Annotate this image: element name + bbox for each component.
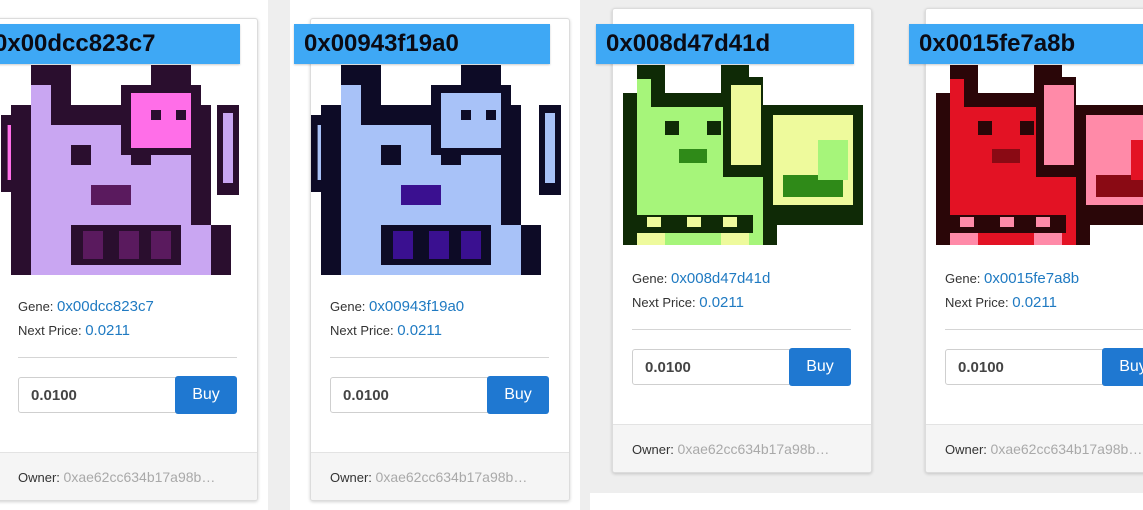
owner-label: Owner:: [330, 470, 372, 485]
gene-value: 0x0015fe7a8b: [984, 270, 1080, 287]
kitty-card: Gene: 0x00943f19a0 Next Price: 0.0211 Bu…: [310, 18, 570, 501]
buy-button[interactable]: Buy: [175, 376, 237, 414]
buy-button[interactable]: Buy: [1102, 348, 1143, 386]
price-input[interactable]: [632, 349, 790, 385]
gene-label: Gene:: [945, 271, 981, 286]
kitty-id-tag: 0x00dcc823c7: [0, 24, 240, 64]
kitty-info: Gene: 0x008d47d41d Next Price: 0.0211: [632, 267, 770, 315]
gene-value: 0x00943f19a0: [369, 298, 465, 315]
kitty-card: Gene: 0x00dcc823c7 Next Price: 0.0211 Bu…: [0, 18, 258, 501]
owner-address[interactable]: 0xae62cc634b17a98b…: [376, 469, 528, 485]
owner-label: Owner:: [945, 442, 987, 457]
owner-label: Owner:: [632, 442, 674, 457]
price-input[interactable]: [945, 349, 1103, 385]
kitty-image: [1, 65, 239, 275]
next-price-label: Next Price:: [330, 323, 394, 338]
next-price-value: 0.0211: [699, 294, 744, 311]
divider: [632, 329, 851, 330]
kitty-image: [936, 65, 1143, 245]
divider: [945, 329, 1143, 330]
next-price-value: 0.0211: [1012, 294, 1057, 311]
next-price-label: Next Price:: [632, 295, 696, 310]
buy-button[interactable]: Buy: [487, 376, 549, 414]
kitty-info: Gene: 0x0015fe7a8b Next Price: 0.0211: [945, 267, 1079, 315]
next-price-value: 0.0211: [85, 322, 130, 339]
owner-address[interactable]: 0xae62cc634b17a98b…: [678, 441, 830, 457]
owner-footer: Owner: 0xae62cc634b17a98b…: [0, 452, 257, 500]
next-price-label: Next Price:: [18, 323, 82, 338]
kitty-card: Gene: 0x0015fe7a8b Next Price: 0.0211 Bu…: [925, 8, 1143, 473]
gene-label: Gene:: [18, 299, 54, 314]
kitty-id-tag: 0x008d47d41d: [596, 24, 854, 64]
kitty-image: [623, 65, 863, 245]
kitty-id-tag: 0x0015fe7a8b: [909, 24, 1143, 64]
owner-footer: Owner: 0xae62cc634b17a98b…: [311, 452, 569, 500]
kitty-card: Gene: 0x008d47d41d Next Price: 0.0211 Bu…: [612, 8, 872, 473]
price-input[interactable]: [18, 377, 176, 413]
kitty-id-tag: 0x00943f19a0: [294, 24, 550, 64]
owner-footer: Owner: 0xae62cc634b17a98b…: [926, 424, 1143, 472]
next-price-label: Next Price:: [945, 295, 1009, 310]
owner-label: Owner:: [18, 470, 60, 485]
gene-label: Gene:: [632, 271, 668, 286]
buy-button[interactable]: Buy: [789, 348, 851, 386]
price-input[interactable]: [330, 377, 488, 413]
divider: [18, 357, 237, 358]
kitty-info: Gene: 0x00dcc823c7 Next Price: 0.0211: [18, 295, 154, 343]
next-price-value: 0.0211: [397, 322, 442, 339]
kitty-info: Gene: 0x00943f19a0 Next Price: 0.0211: [330, 295, 464, 343]
gene-value: 0x00dcc823c7: [57, 298, 154, 315]
gene-value: 0x008d47d41d: [671, 270, 771, 287]
divider: [330, 357, 549, 358]
owner-address[interactable]: 0xae62cc634b17a98b…: [64, 469, 216, 485]
gene-label: Gene:: [330, 299, 366, 314]
owner-footer: Owner: 0xae62cc634b17a98b…: [613, 424, 871, 472]
kitty-image: [311, 65, 561, 275]
column-bg: [590, 493, 1143, 510]
owner-address[interactable]: 0xae62cc634b17a98b…: [991, 441, 1143, 457]
